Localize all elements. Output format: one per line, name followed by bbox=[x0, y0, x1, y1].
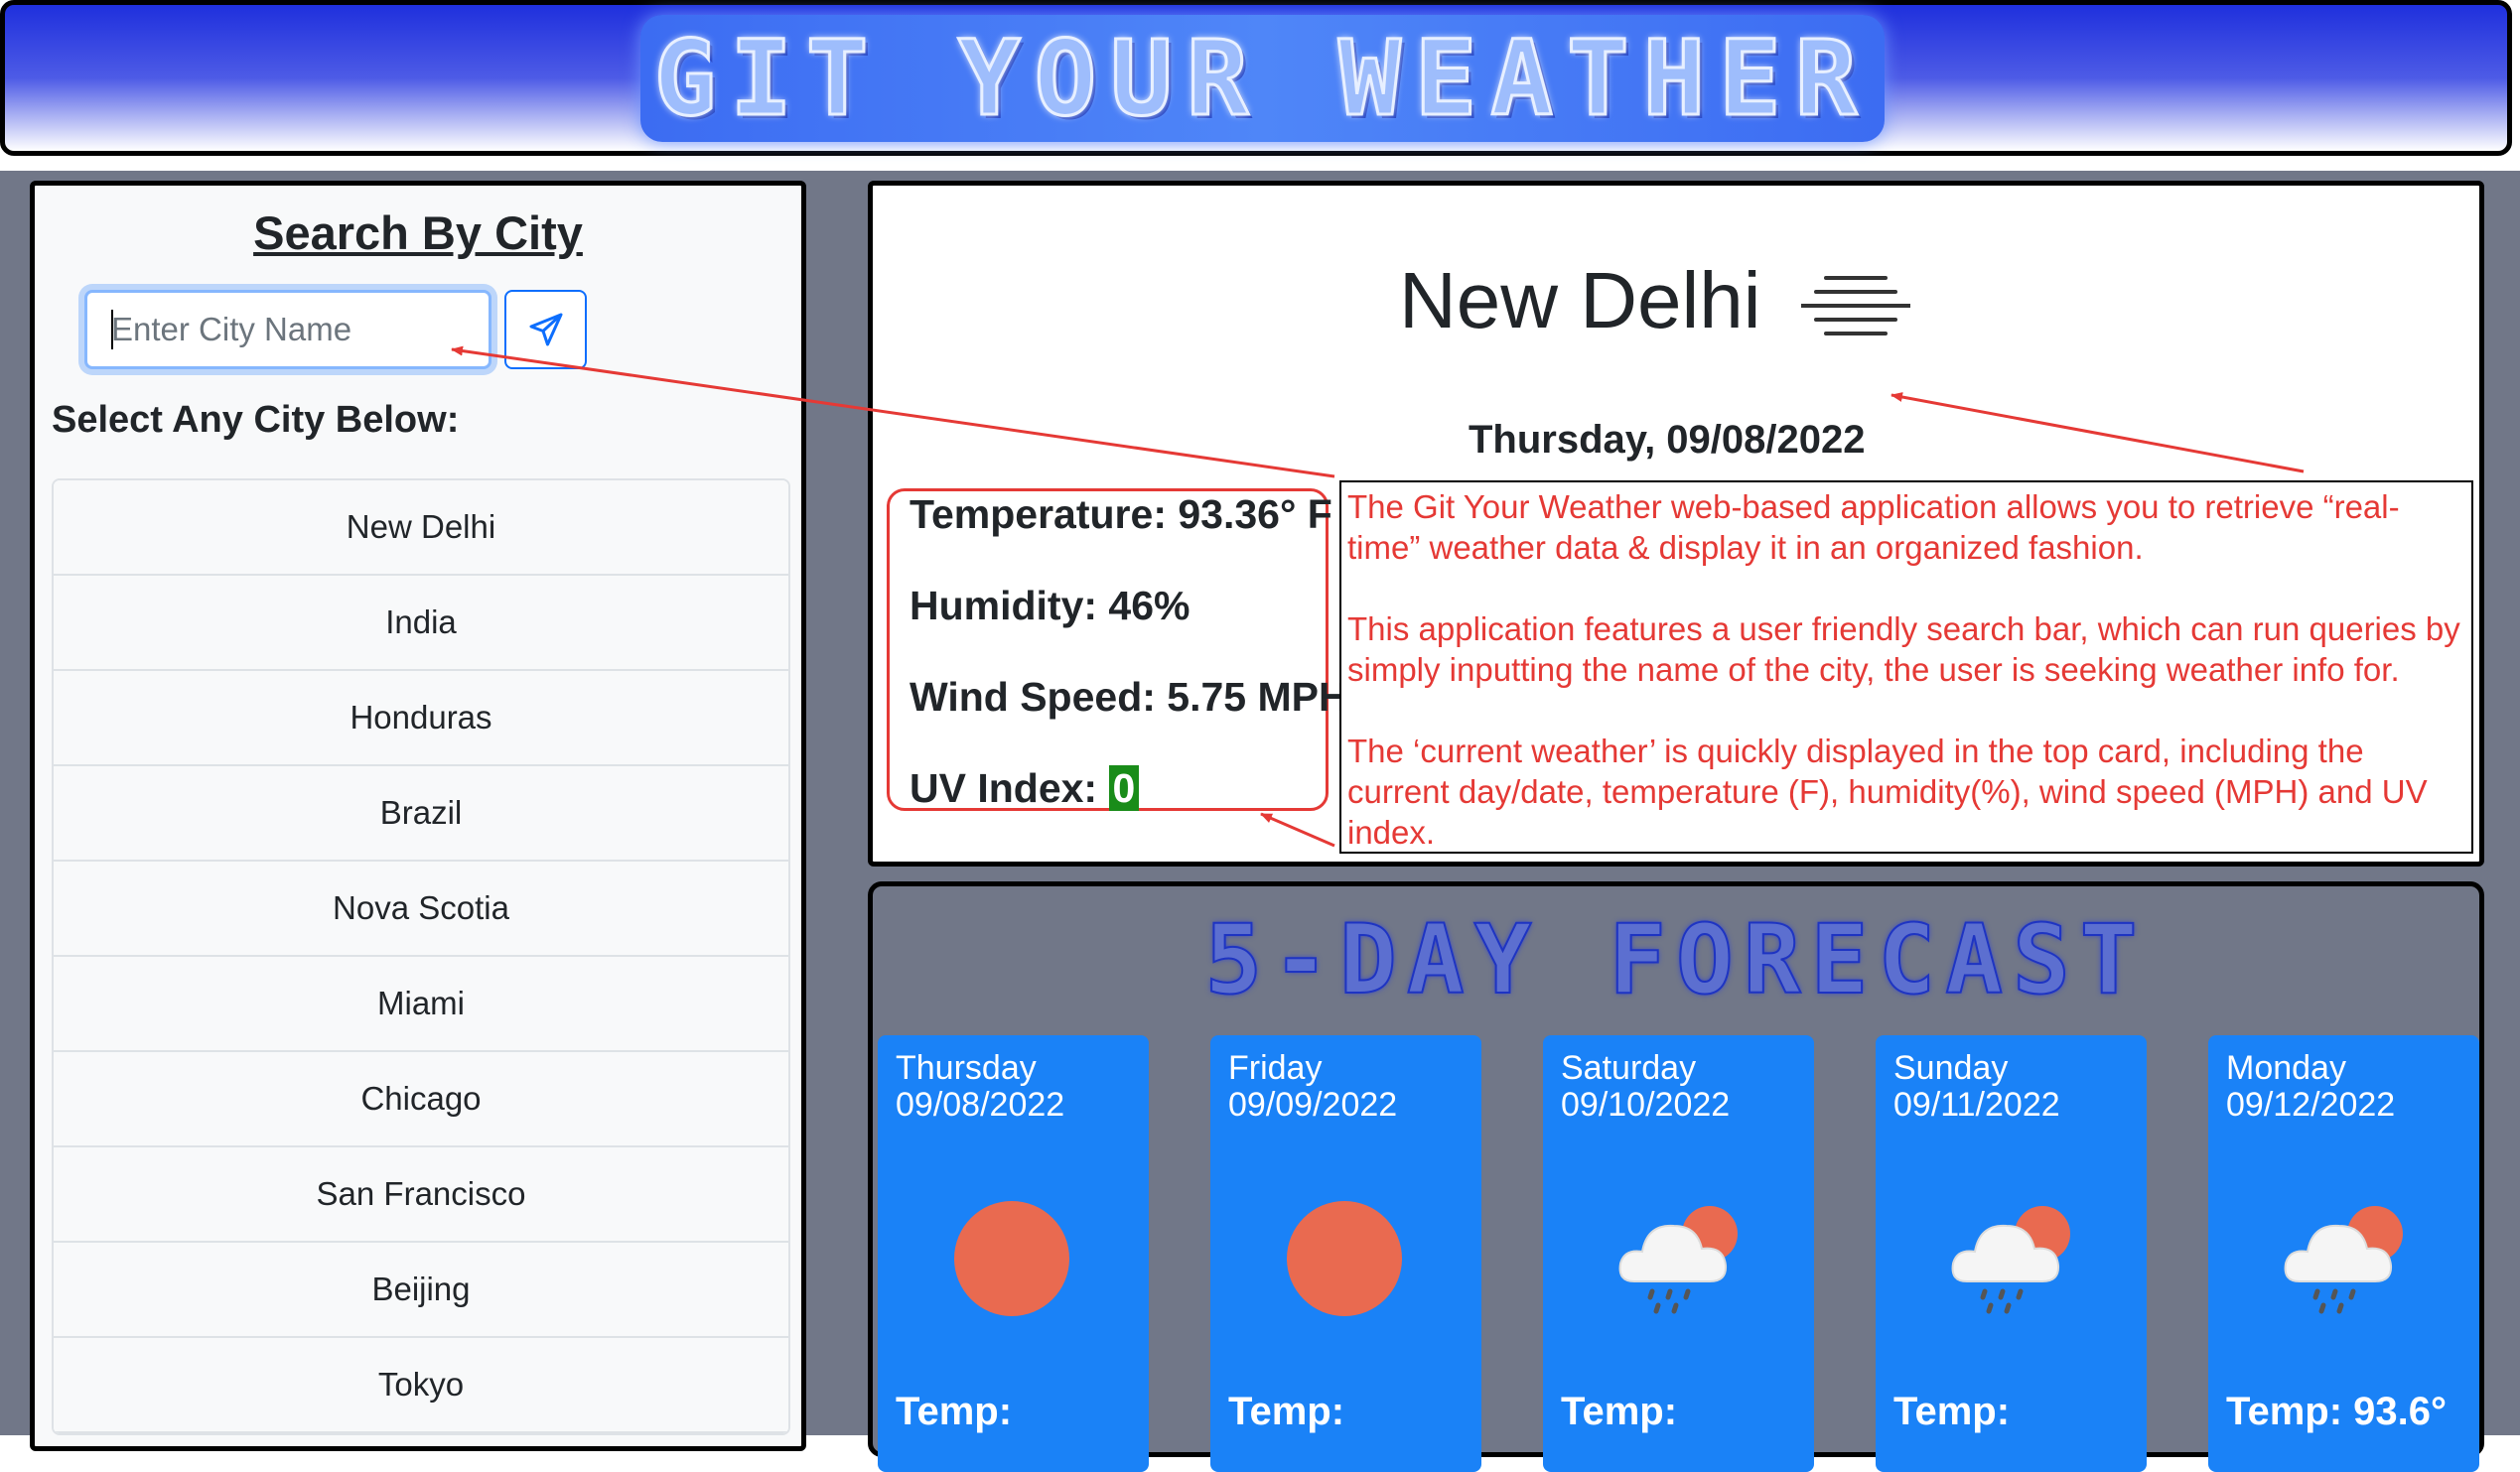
uv-index-row: UV Index: 0 bbox=[910, 765, 1140, 812]
city-item-miami[interactable]: Miami bbox=[54, 957, 788, 1052]
forecast-temp: Temp: bbox=[1228, 1390, 1345, 1433]
annotation-paragraph: The Git Your Weather web-based applicati… bbox=[1347, 488, 2400, 566]
forecast-temp: Temp: bbox=[1893, 1390, 2011, 1433]
wind-speed-value: Wind Speed: 5.75 MPH bbox=[910, 674, 1348, 720]
forecast-day: Saturday bbox=[1561, 1049, 1697, 1087]
forecast-day: Friday bbox=[1228, 1049, 1323, 1087]
forecast-card: Monday 09/12/2022 Temp: 93.6° bbox=[2208, 1035, 2479, 1472]
forecast-temp: Temp: bbox=[1561, 1390, 1678, 1433]
city-item-nova-scotia[interactable]: Nova Scotia bbox=[54, 862, 788, 957]
forecast-panel: 5-DAY FORECAST Thursday 09/08/2022 Temp:… bbox=[868, 881, 2484, 1472]
city-item-tokyo[interactable]: Tokyo bbox=[54, 1338, 788, 1433]
current-weather-card: New Delhi Thursday, 09/08/2022 Temperatu… bbox=[868, 181, 2484, 867]
city-search-input[interactable] bbox=[84, 290, 491, 369]
mist-icon bbox=[1801, 276, 1910, 335]
forecast-title: 5-DAY FORECAST bbox=[1203, 903, 2148, 1016]
city-item-brazil[interactable]: Brazil bbox=[54, 766, 788, 862]
forecast-temp: Temp: bbox=[896, 1390, 1013, 1433]
forecast-temp: Temp: 93.6° bbox=[2226, 1390, 2447, 1433]
forecast-day: Sunday bbox=[1893, 1049, 2009, 1087]
search-submit-button[interactable] bbox=[504, 290, 587, 369]
uv-index-badge: 0 bbox=[1108, 765, 1140, 811]
select-city-label: Select Any City Below: bbox=[52, 399, 460, 441]
forecast-date: 09/09/2022 bbox=[1228, 1086, 1398, 1124]
rain-cloud-icon bbox=[2284, 1206, 2403, 1314]
annotation-paragraph: The ‘current weather’ is quickly display… bbox=[1347, 733, 2428, 851]
city-item-san-francisco[interactable]: San Francisco bbox=[54, 1147, 788, 1243]
city-list: New Delhi India Honduras Brazil Nova Sco… bbox=[52, 478, 790, 1435]
forecast-card: Sunday 09/11/2022 Temp: bbox=[1876, 1035, 2147, 1472]
city-item-india[interactable]: India bbox=[54, 576, 788, 671]
current-city-name: New Delhi bbox=[1399, 256, 1761, 344]
forecast-day: Thursday bbox=[896, 1049, 1037, 1087]
annotation-paragraph: This application features a user friendl… bbox=[1347, 610, 2460, 688]
temperature-value: Temperature: 93.36° F bbox=[910, 491, 1332, 537]
current-date: Thursday, 09/08/2022 bbox=[1469, 418, 1866, 462]
annotation-note: The Git Your Weather web-based applicati… bbox=[1339, 480, 2473, 854]
city-item-new-delhi[interactable]: New Delhi bbox=[54, 480, 788, 576]
rain-cloud-icon bbox=[1951, 1206, 2070, 1314]
sun-icon bbox=[1287, 1201, 1402, 1316]
title-banner: GIT YOUR WEATHER bbox=[640, 15, 1885, 142]
forecast-date: 09/08/2022 bbox=[896, 1086, 1065, 1124]
city-item-honduras[interactable]: Honduras bbox=[54, 671, 788, 766]
city-item-chicago[interactable]: Chicago bbox=[54, 1052, 788, 1147]
current-stats: Temperature: 93.36° F Humidity: 46% Wind… bbox=[887, 488, 1348, 812]
search-sidebar: Search By City Select Any City Below: Ne… bbox=[30, 181, 806, 1451]
humidity-value: Humidity: 46% bbox=[910, 583, 1190, 628]
app-header: GIT YOUR WEATHER bbox=[0, 0, 2512, 156]
forecast-date: 09/10/2022 bbox=[1561, 1086, 1731, 1124]
uv-index-label: UV Index: bbox=[910, 765, 1098, 811]
forecast-card: Friday 09/09/2022 Temp: bbox=[1210, 1035, 1481, 1472]
text-cursor bbox=[111, 310, 113, 349]
forecast-date: 09/11/2022 bbox=[1893, 1086, 2060, 1124]
search-title: Search By City bbox=[253, 206, 583, 259]
send-icon bbox=[529, 313, 562, 346]
rain-cloud-icon bbox=[1618, 1206, 1738, 1314]
sun-icon bbox=[954, 1201, 1069, 1316]
forecast-date: 09/12/2022 bbox=[2226, 1086, 2396, 1124]
forecast-card: Thursday 09/08/2022 Temp: bbox=[878, 1035, 1149, 1472]
city-item-beijing[interactable]: Beijing bbox=[54, 1243, 788, 1338]
app-title: GIT YOUR WEATHER bbox=[652, 17, 1872, 141]
forecast-day: Monday bbox=[2226, 1049, 2346, 1087]
forecast-card: Saturday 09/10/2022 Temp: bbox=[1543, 1035, 1814, 1472]
